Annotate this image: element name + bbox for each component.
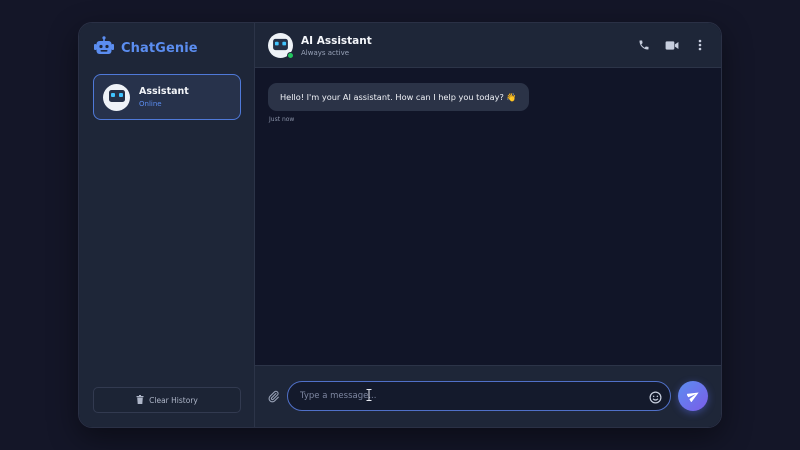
chat-title: AI Assistant	[301, 35, 372, 47]
trash-icon	[136, 394, 144, 406]
robot-icon	[93, 36, 115, 60]
contact-name: Assistant	[139, 86, 189, 97]
brand-name: ChatGenie	[121, 40, 198, 56]
message-list: Hello! I'm your AI assistant. How can I …	[255, 68, 721, 365]
smiley-icon[interactable]	[649, 389, 663, 404]
chat-panel: AI Assistant Always active Hello! I'm yo…	[255, 23, 721, 427]
clear-history-label: Clear History	[149, 395, 198, 405]
more-vertical-icon[interactable]	[693, 38, 707, 52]
avatar	[268, 33, 294, 59]
send-icon	[685, 387, 700, 406]
robot-icon	[272, 36, 289, 55]
message-input-container	[287, 381, 671, 411]
brand: ChatGenie	[93, 36, 198, 60]
header-actions	[637, 38, 707, 52]
paperclip-icon[interactable]	[267, 388, 281, 403]
online-indicator	[287, 52, 294, 59]
message-timestamp: Just now	[269, 116, 295, 123]
chat-subtitle: Always active	[301, 49, 350, 57]
text-cursor-icon	[366, 386, 372, 401]
robot-icon	[108, 88, 126, 107]
contact-status: Online	[139, 100, 162, 108]
video-icon[interactable]	[665, 38, 679, 52]
chat-header: AI Assistant Always active	[255, 23, 721, 68]
contact-item-assistant[interactable]: Assistant Online	[93, 74, 241, 120]
message-composer	[255, 365, 721, 427]
sidebar: ChatGenie Assistant Online Clear History	[79, 23, 255, 427]
chat-app-window: ChatGenie Assistant Online Clear History…	[78, 22, 722, 428]
phone-icon[interactable]	[637, 38, 651, 52]
avatar	[103, 83, 130, 111]
assistant-message: Hello! I'm your AI assistant. How can I …	[268, 83, 529, 111]
message-input[interactable]	[300, 382, 640, 410]
send-button[interactable]	[678, 381, 708, 411]
clear-history-button[interactable]: Clear History	[93, 387, 241, 413]
